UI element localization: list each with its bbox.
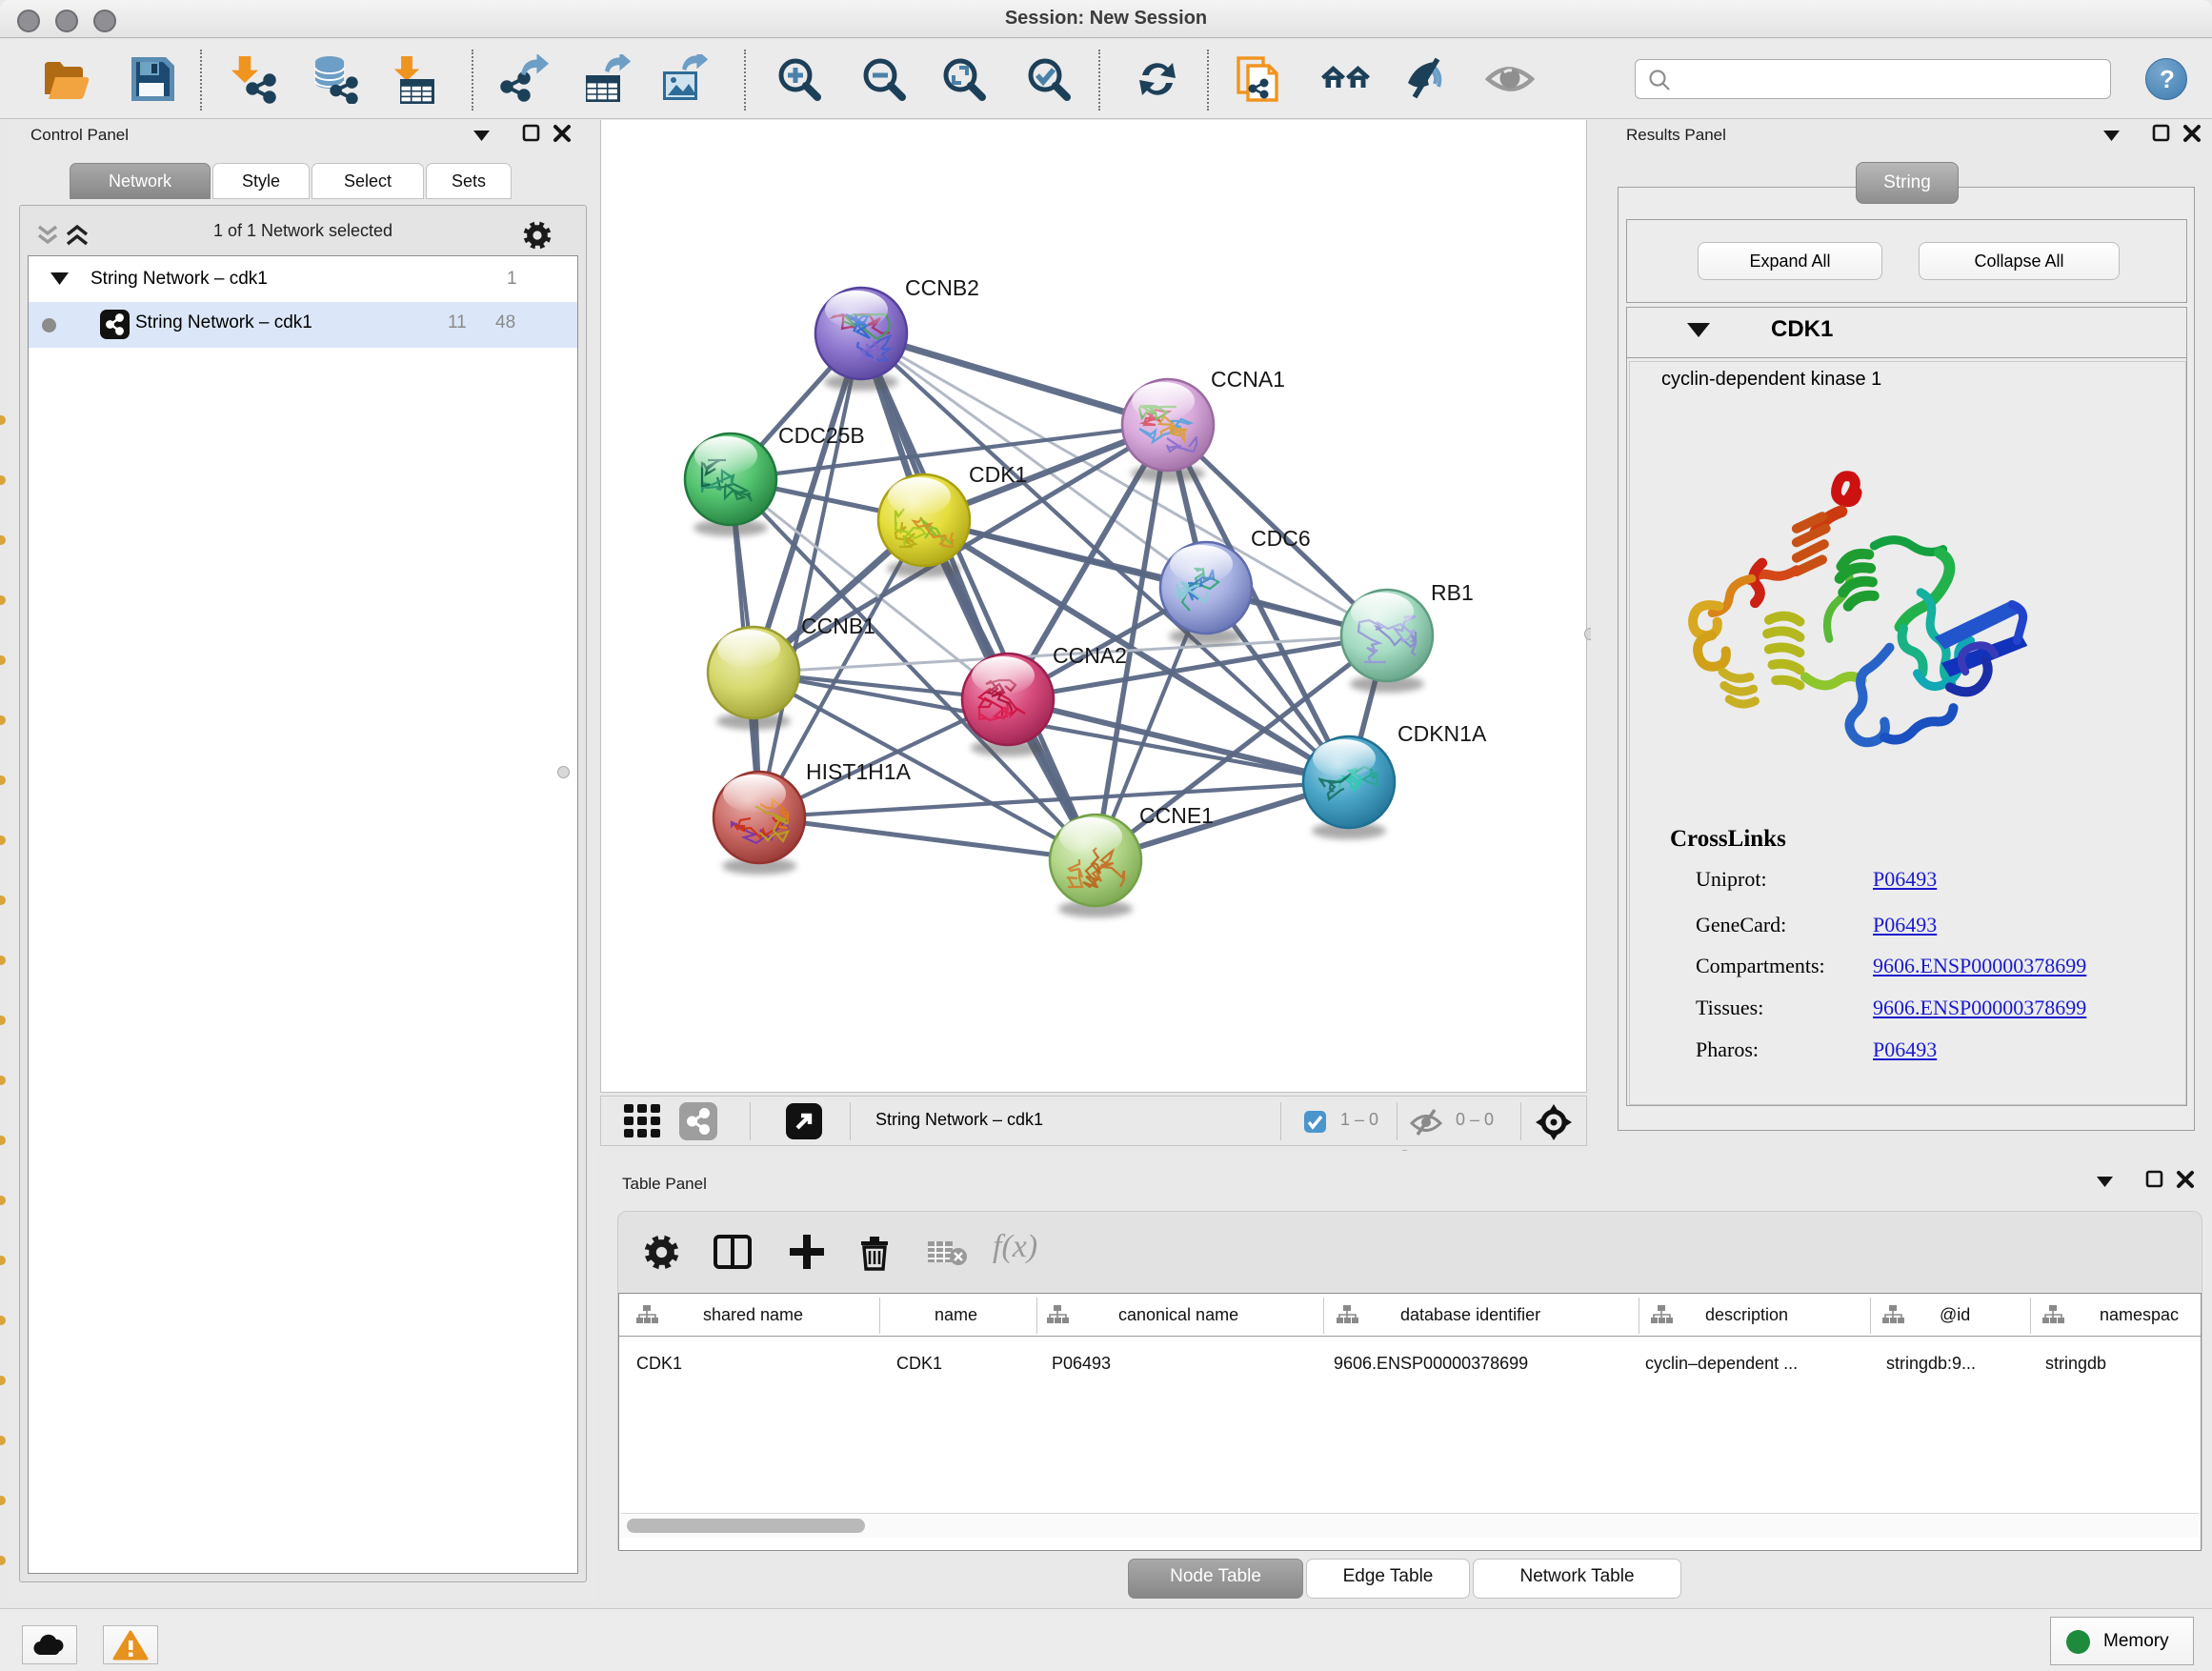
svg-text:HIST1H1A: HIST1H1A [806, 759, 912, 784]
svg-text:CCNB2: CCNB2 [905, 275, 979, 300]
svg-text:CCNA2: CCNA2 [1053, 643, 1127, 668]
svg-text:CDKN1A: CDKN1A [1398, 721, 1487, 746]
svg-text:CCNE1: CCNE1 [1139, 803, 1214, 828]
svg-text:RB1: RB1 [1431, 580, 1474, 605]
svg-text:CCNA1: CCNA1 [1211, 367, 1285, 392]
svg-text:CCNB1: CCNB1 [801, 614, 875, 638]
svg-text:CDK1: CDK1 [969, 462, 1027, 487]
svg-text:CDC25B: CDC25B [778, 423, 865, 448]
svg-text:CDC6: CDC6 [1251, 526, 1311, 551]
